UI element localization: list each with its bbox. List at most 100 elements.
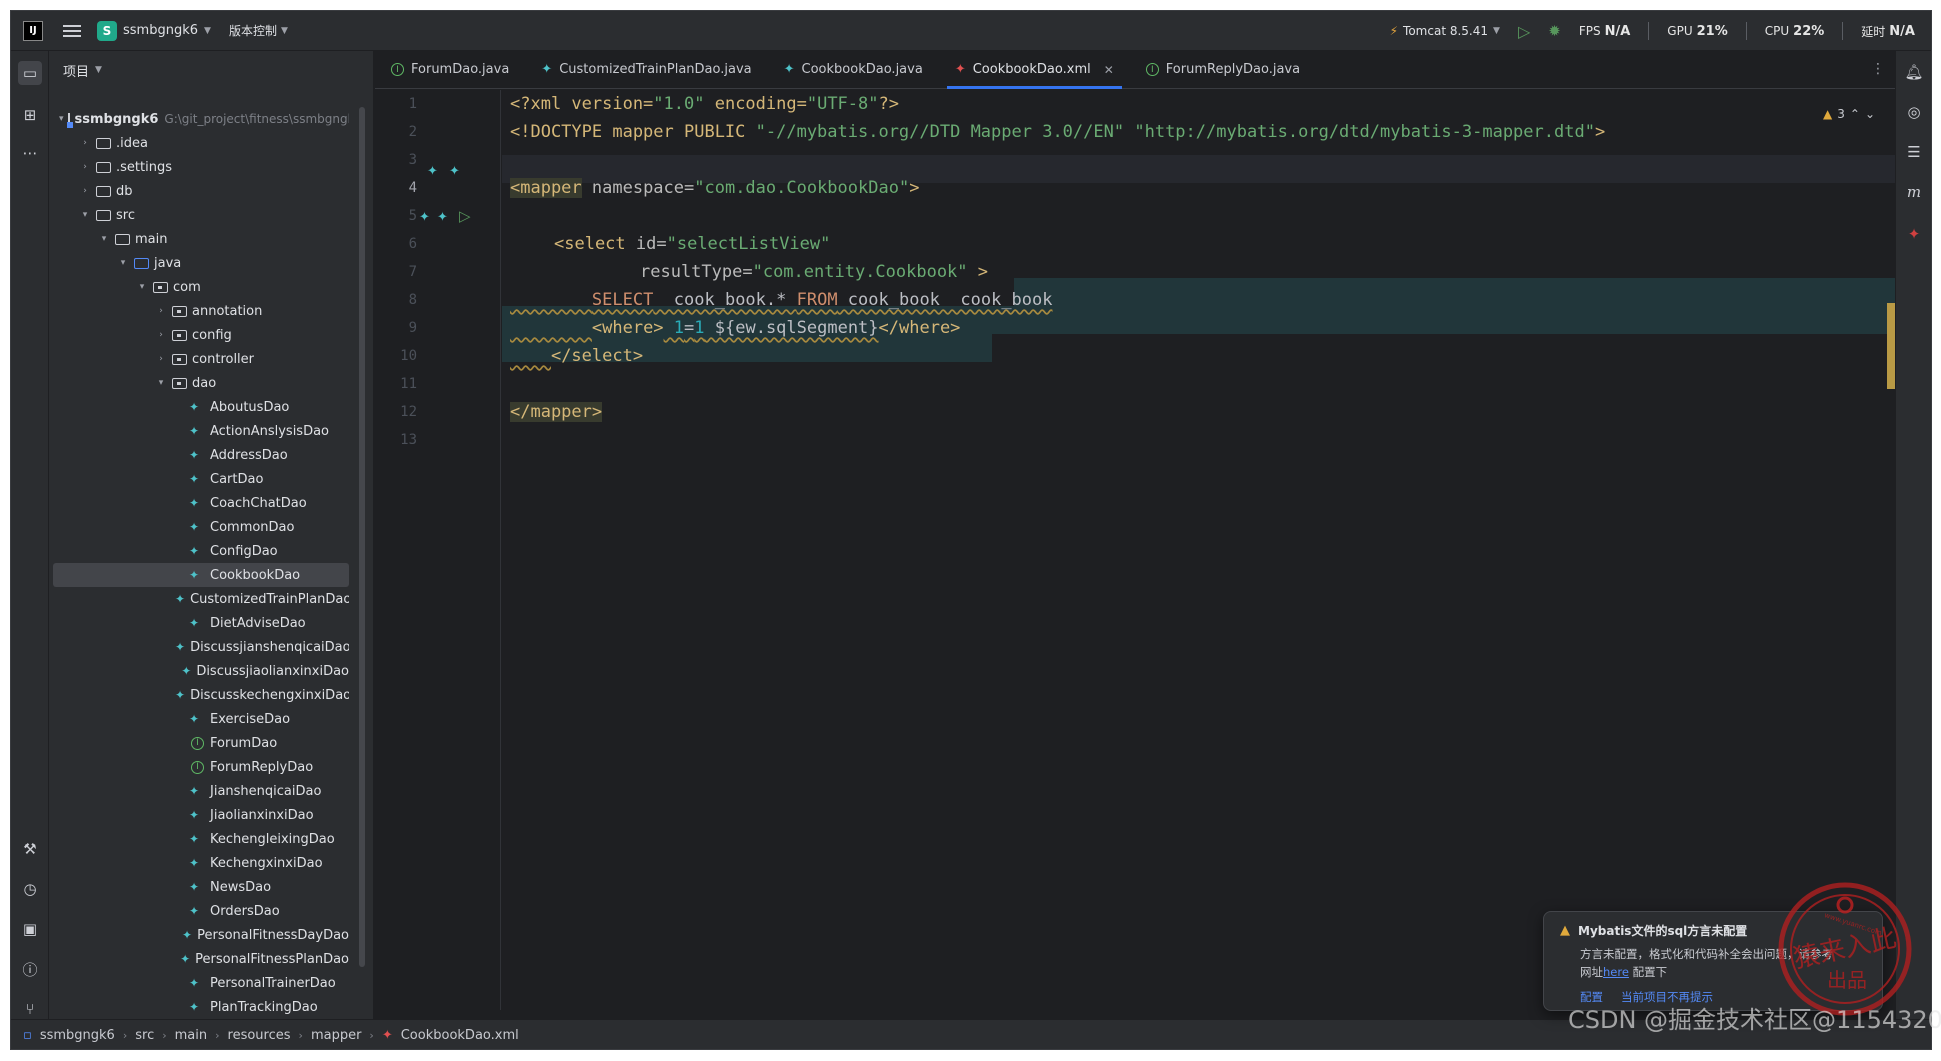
run-icon[interactable]: ▷ [1518, 22, 1530, 41]
tree-item-file[interactable]: ✦ ConfigDao [53, 539, 349, 563]
tree-item-folder[interactable]: › config [53, 323, 349, 347]
chevron-down-icon[interactable]: ▾ [97, 234, 111, 244]
vcs-menu[interactable]: 版本控制 ▼ [229, 22, 288, 39]
structure-icon[interactable]: ⊞ [18, 103, 42, 127]
inspection-widget[interactable]: ▲ 3 ⌃ ⌄ [1823, 107, 1875, 121]
editor-tab[interactable]: ✦ CookbookDao.java [768, 51, 939, 88]
tree-item-folder[interactable]: ▾ main [53, 227, 349, 251]
services-icon[interactable]: ◷ [18, 877, 42, 901]
tree-item-file[interactable]: I ForumReplyDao [53, 755, 349, 779]
tree-item-file[interactable]: ✦ JianshenqicaiDao [53, 779, 349, 803]
chevron-right-icon[interactable]: › [154, 354, 168, 364]
chevron-down-icon: ▼ [280, 25, 288, 36]
notification-here-link[interactable]: here [1603, 965, 1629, 979]
close-icon[interactable]: ✕ [1104, 63, 1114, 77]
tree-item-file[interactable]: ✦ DiscusskechengxinxiDao [53, 683, 349, 707]
mybatis-bird-icon: ✦ [189, 712, 200, 726]
mybatis-bird-icon[interactable]: ✦ [449, 164, 460, 179]
ai-assistant-icon[interactable]: ◎ [1903, 101, 1925, 123]
editor-tab[interactable]: ✦ CookbookDao.xml ✕ [939, 51, 1130, 89]
chevron-down-icon[interactable]: ⌄ [1865, 107, 1875, 121]
more-icon[interactable]: ⋯ [18, 141, 42, 165]
tree-item-file[interactable]: ✦ CustomizedTrainPlanDao [53, 587, 349, 611]
chevron-right-icon[interactable]: › [154, 306, 168, 316]
tree-item-file[interactable]: ✦ AddressDao [53, 443, 349, 467]
tree-item-file[interactable]: ✦ DiscussjianshenqicaiDao [53, 635, 349, 659]
chevron-down-icon[interactable]: ▾ [154, 378, 168, 388]
mybatis-log-icon[interactable]: ✦ [1903, 223, 1925, 245]
chevron-down-icon[interactable]: ▾ [116, 258, 130, 268]
build-hammer-icon[interactable]: ⚒ [18, 837, 42, 861]
tree-item-folder[interactable]: ▾ dao [53, 371, 349, 395]
breadcrumb-item[interactable]: CookbookDao.xml [401, 1028, 519, 1043]
tree-item-folder[interactable]: › .settings [53, 155, 349, 179]
tree-item-file[interactable]: ✦ DiscussjiaolianxinxiDao [53, 659, 349, 683]
mybatis-bird-icon[interactable]: ✦ [427, 164, 438, 179]
mybatis-bird-icon: ✦ [175, 640, 186, 654]
breadcrumb-item[interactable]: mapper [311, 1028, 361, 1043]
git-branch-icon[interactable]: ⑂ [18, 997, 42, 1021]
more-vertical-icon[interactable]: ⋮ [1871, 61, 1885, 77]
chevron-right-icon[interactable]: › [78, 186, 92, 196]
terminal-icon[interactable]: ▣ [18, 917, 42, 941]
tree-item-file[interactable]: ✦ NewsDao [53, 875, 349, 899]
tree-item-file[interactable]: ✦ ExerciseDao [53, 707, 349, 731]
tree-item-folder[interactable]: ▾ java [53, 251, 349, 275]
tree-item-file[interactable]: I ForumDao [53, 731, 349, 755]
chevron-down-icon[interactable]: ▾ [78, 210, 92, 220]
package-icon [172, 377, 187, 389]
intellij-logo-icon[interactable]: IJ [23, 20, 43, 41]
main-menu-icon[interactable] [63, 24, 81, 37]
tree-item-file[interactable]: ✦ CommonDao [53, 515, 349, 539]
breadcrumb-item[interactable]: main [175, 1028, 207, 1043]
editor-tab[interactable]: ✦ CustomizedTrainPlanDao.java [525, 51, 767, 88]
chevron-right-icon[interactable]: › [78, 138, 92, 148]
line-number: 7 [408, 264, 417, 280]
tree-item-file[interactable]: ✦ PlanTrackingDao [53, 995, 349, 1019]
breadcrumb-item[interactable]: resources [228, 1028, 291, 1043]
tree-item-file[interactable]: ✦ KechengleixingDao [53, 827, 349, 851]
tree-item-file[interactable]: ✦ CoachChatDao [53, 491, 349, 515]
tree-item-file[interactable]: ✦ CookbookDao [53, 563, 349, 587]
tree-item-file[interactable]: ✦ JiaolianxinxiDao [53, 803, 349, 827]
tree-item-file[interactable]: ✦ AboutusDao [53, 395, 349, 419]
project-panel-header[interactable]: 项目 ▼ [49, 51, 373, 89]
chevron-down-icon[interactable]: ▾ [59, 114, 64, 124]
breadcrumb-item[interactable]: src [135, 1028, 154, 1043]
maven-icon[interactable]: m [1903, 181, 1925, 203]
tree-item-file[interactable]: ✦ PersonalFitnessPlanDao [53, 947, 349, 971]
tree-item-folder[interactable]: › .idea [53, 131, 349, 155]
tree-item-folder[interactable]: › db [53, 179, 349, 203]
run-config-selector[interactable]: ⚡ Tomcat 8.5.41 ▼ [1390, 24, 1500, 38]
chevron-right-icon[interactable]: › [78, 162, 92, 172]
chevron-down-icon[interactable]: ▾ [135, 282, 149, 292]
tree-item-folder[interactable]: › annotation [53, 299, 349, 323]
chevron-up-icon[interactable]: ⌃ [1850, 107, 1860, 121]
tree-vertical-scrollbar[interactable] [359, 107, 365, 967]
tree-item-file[interactable]: ✦ PersonalFitnessDayDao [53, 923, 349, 947]
tree-item-file[interactable]: ✦ CartDao [53, 467, 349, 491]
tree-item-file[interactable]: ✦ ActionAnslysisDao [53, 419, 349, 443]
tree-item-root[interactable]: ▾ ssmbgngk6 G:\git_project\fitness\ssmbgng… [53, 107, 349, 131]
tree-item-file[interactable]: ✦ OrdersDao [53, 899, 349, 923]
tree-item-file[interactable]: ✦ KechengxinxiDao [53, 851, 349, 875]
notifications-bell-icon[interactable]: 🔔︎ [1903, 61, 1925, 83]
run-sql-play-icon[interactable]: ▷ [459, 207, 471, 225]
project-folder-icon[interactable]: ▭ [18, 61, 42, 85]
chevron-right-icon[interactable]: › [154, 330, 168, 340]
database-icon[interactable]: ☰ [1903, 141, 1925, 163]
tree-item-folder[interactable]: › controller [53, 347, 349, 371]
tree-item-folder[interactable]: ▾ src [53, 203, 349, 227]
mybatis-bird-icon[interactable]: ✦ [437, 210, 448, 225]
tree-item-file[interactable]: ✦ PersonalTrainerDao [53, 971, 349, 995]
editor-tab[interactable]: I ForumDao.java [375, 51, 525, 88]
mybatis-bird-icon[interactable]: ✦ [419, 210, 430, 225]
problems-icon[interactable]: ⓘ [18, 957, 42, 981]
tree-item-file[interactable]: ✦ DietAdviseDao [53, 611, 349, 635]
tree-item-folder[interactable]: ▾ com [53, 275, 349, 299]
editor-tab[interactable]: I ForumReplyDao.java [1130, 51, 1316, 88]
project-switcher[interactable]: S ssmbgngk6 ▼ [97, 20, 211, 41]
code-editor[interactable]: <?xml version="1.0" encoding="UTF-8"?> <… [502, 90, 1897, 1010]
debug-icon[interactable]: ✹ [1548, 22, 1561, 40]
breadcrumb-item[interactable]: ssmbgngk6 [40, 1028, 115, 1043]
